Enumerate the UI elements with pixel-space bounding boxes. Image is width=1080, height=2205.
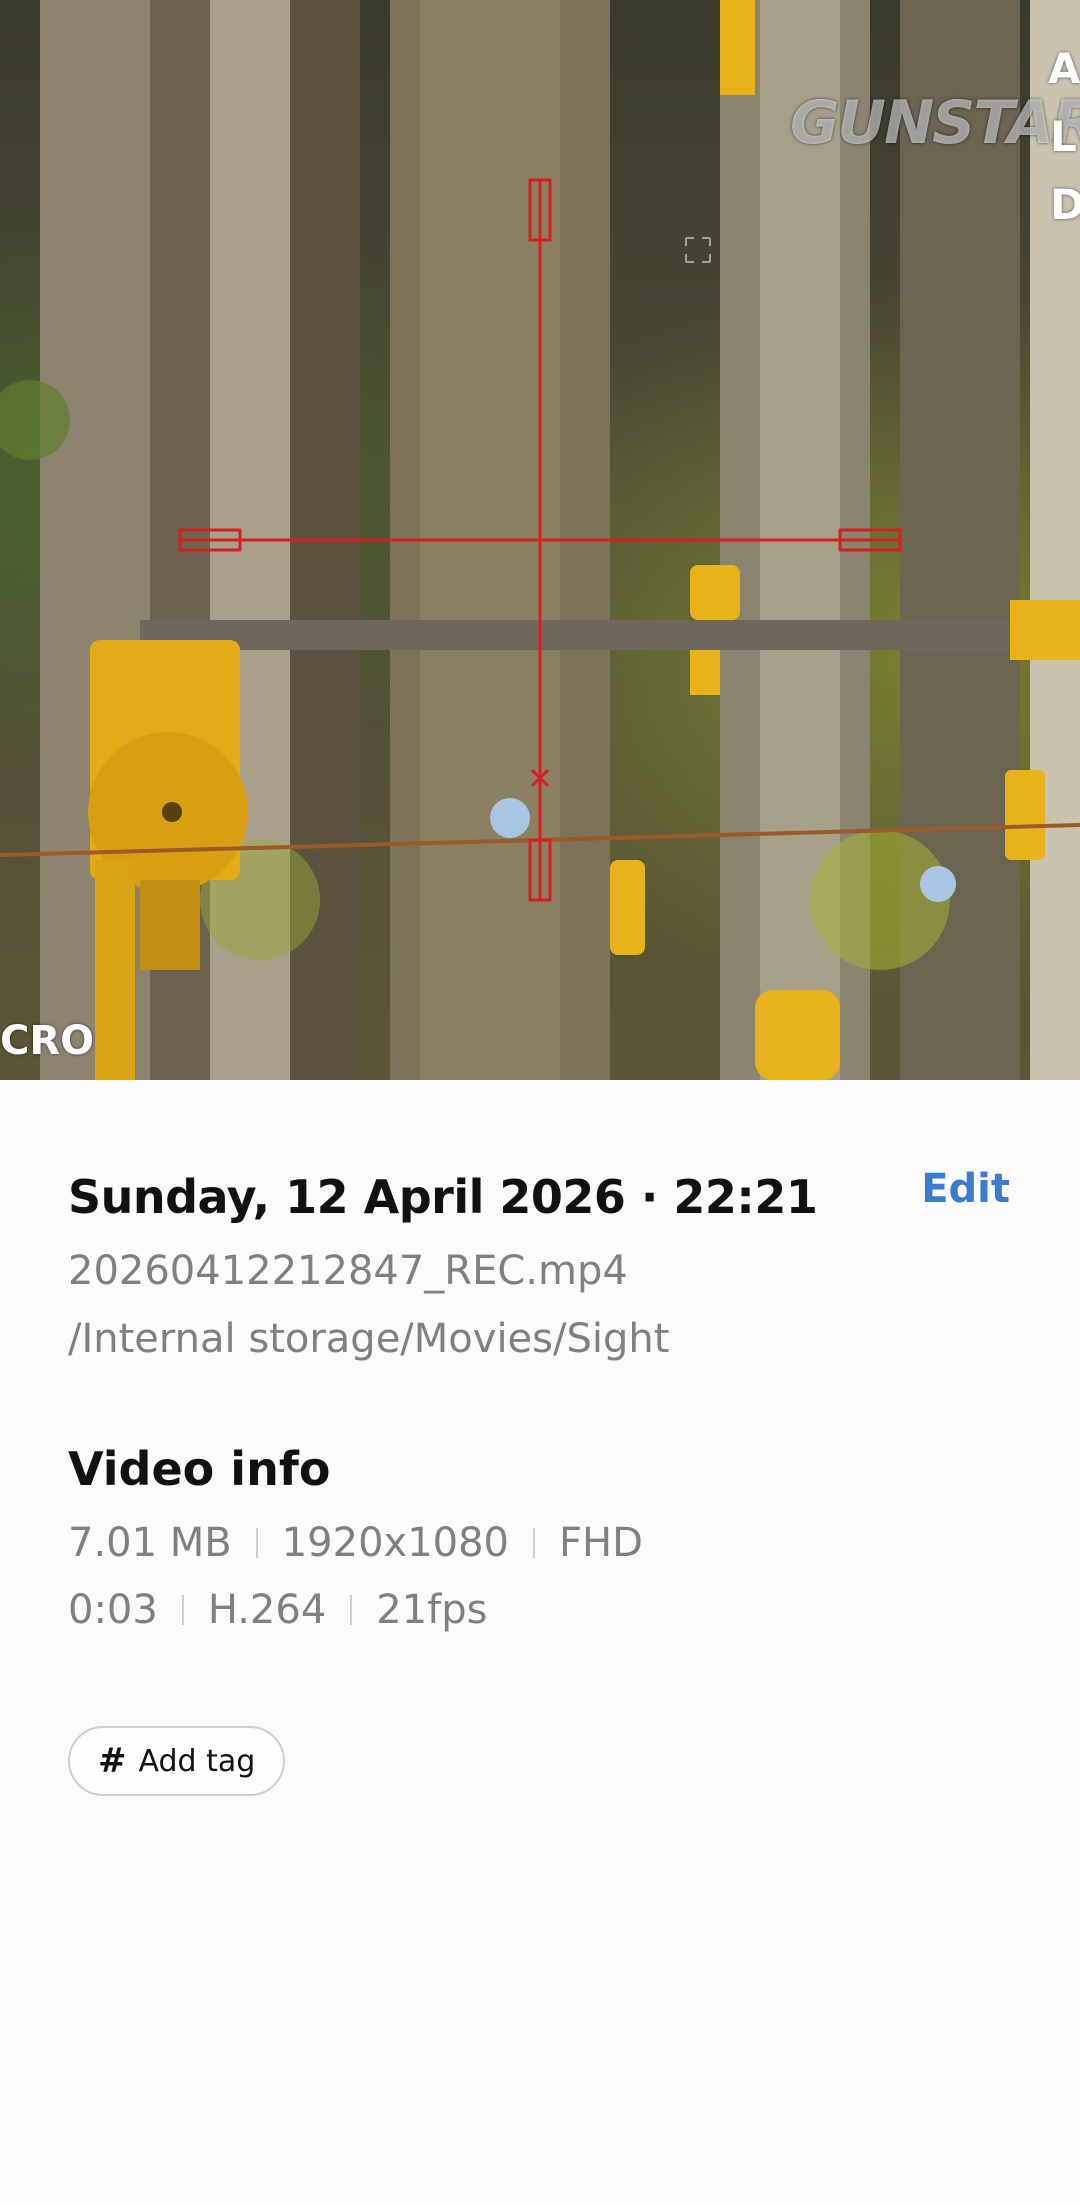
- separator: [181, 1595, 184, 1625]
- file-path: /Internal storage/Movies/Sight: [68, 1316, 670, 1362]
- resolution: 1920x1080: [281, 1520, 509, 1566]
- separator: [350, 1595, 353, 1625]
- date-time: Sunday, 12 April 2026 · 22:21: [68, 1170, 818, 1224]
- duration: 0:03: [68, 1587, 158, 1633]
- add-tag-label: Add tag: [138, 1743, 256, 1779]
- overlay-corner-text: CRO: [0, 1018, 95, 1064]
- video-info-title: Video info: [68, 1442, 331, 1496]
- watermark-logo: GUNSTAR: [790, 88, 1080, 158]
- video-info-row-1: 7.01 MB 1920x1080 FHD: [68, 1520, 643, 1566]
- overlay-letter-d: D: [1050, 180, 1080, 229]
- file-size: 7.01 MB: [68, 1520, 232, 1566]
- focus-icon: [685, 237, 711, 263]
- frame-rate: 21fps: [376, 1587, 488, 1633]
- file-name: 20260412212847_REC.mp4: [68, 1248, 628, 1294]
- reticle-overlay: [178, 178, 902, 902]
- hash-icon: #: [98, 1741, 127, 1781]
- overlay-letter-l: L: [1050, 112, 1077, 161]
- separator: [255, 1528, 258, 1558]
- add-tag-button[interactable]: # Add tag: [68, 1726, 286, 1796]
- edit-button[interactable]: Edit: [921, 1166, 1010, 1212]
- overlay-letter-a: A: [1048, 44, 1080, 93]
- video-info-row-2: 0:03 H.264 21fps: [68, 1587, 487, 1633]
- video-preview[interactable]: GUNSTAR A L D CRO: [0, 0, 1080, 1080]
- separator: [533, 1528, 535, 1558]
- quality: FHD: [559, 1520, 643, 1566]
- codec: H.264: [207, 1587, 327, 1633]
